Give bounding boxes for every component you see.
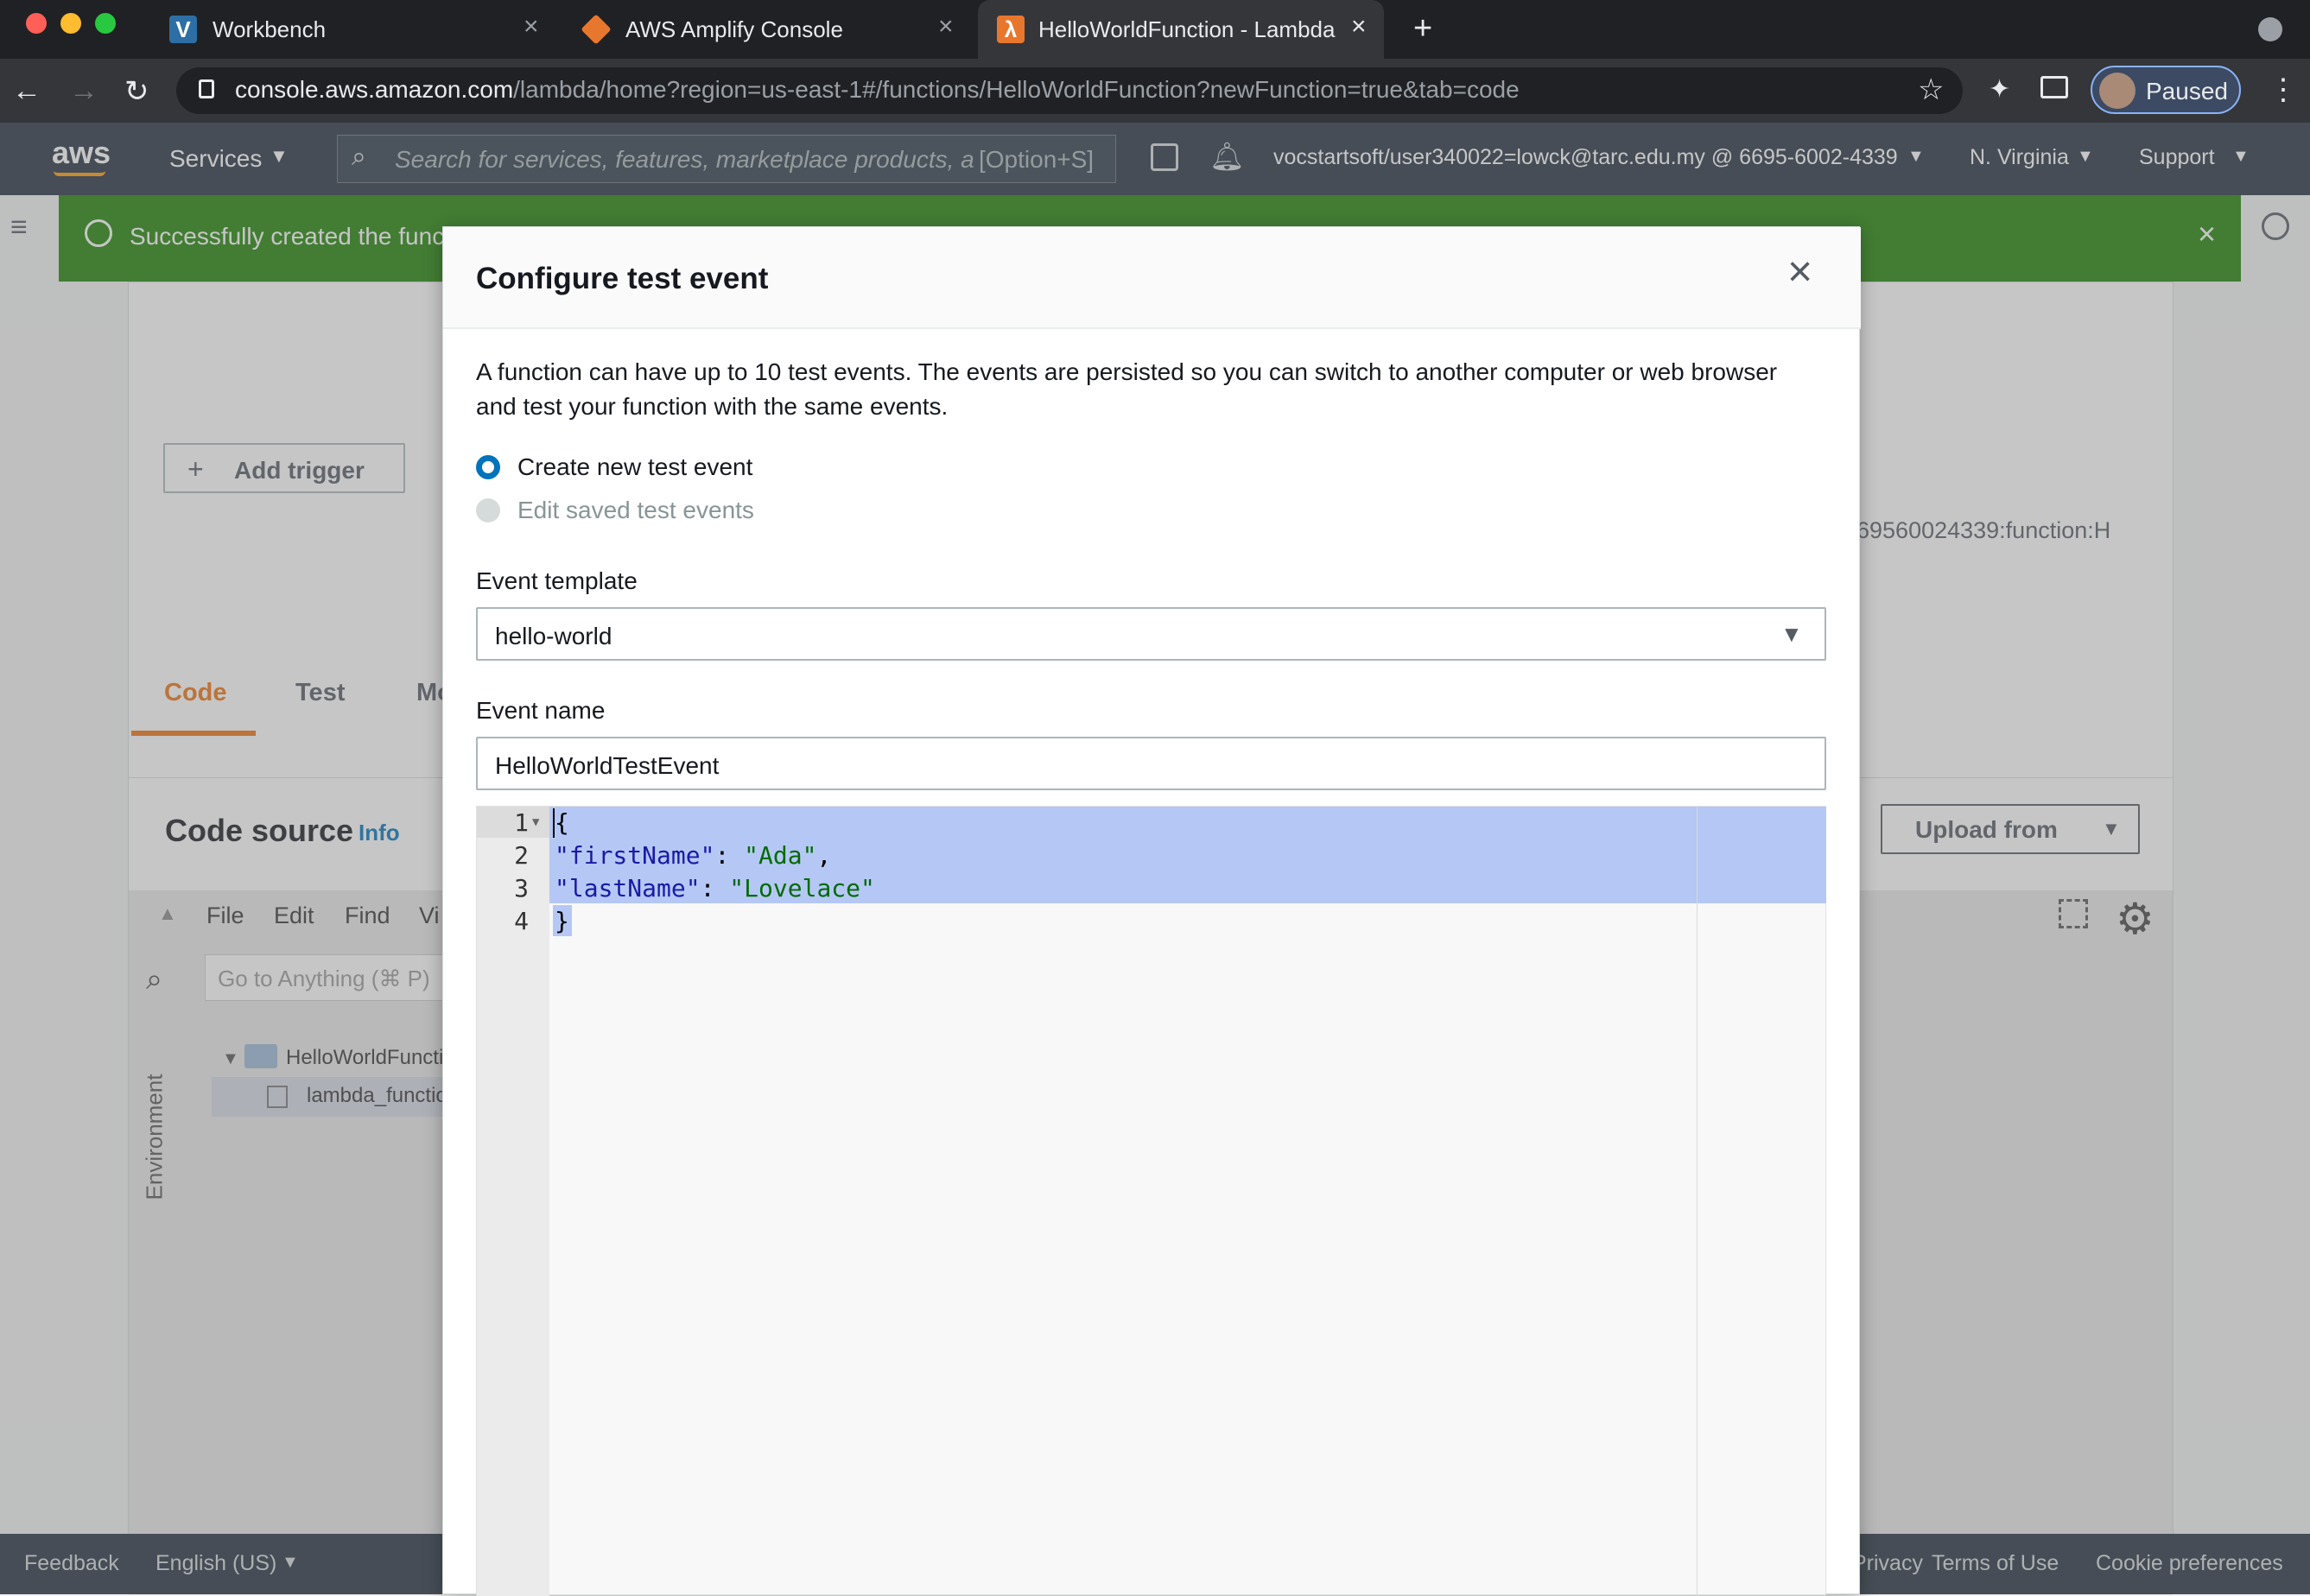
url-text[interactable]: console.aws.amazon.com/lambda/home?regio… bbox=[235, 76, 1520, 104]
lock-icon bbox=[199, 79, 214, 98]
browser-tab[interactable]: AWS Amplify Console × bbox=[581, 0, 962, 59]
close-tab-icon[interactable]: × bbox=[938, 12, 954, 41]
dialog-header: Configure test event × bbox=[443, 227, 1861, 329]
radio-disabled-icon[interactable] bbox=[476, 498, 500, 522]
reload-icon[interactable]: ↻ bbox=[124, 74, 149, 109]
forward-icon[interactable]: → bbox=[69, 74, 98, 108]
browser-menu-icon[interactable]: ⋮ bbox=[2269, 73, 2298, 107]
browser-tab[interactable]: V Workbench × bbox=[169, 0, 549, 59]
event-name-label: Event name bbox=[476, 697, 606, 724]
caret-down-icon: ▼ bbox=[1780, 621, 1803, 647]
tab-title: HelloWorldFunction - Lambda bbox=[1038, 16, 1336, 42]
text-cursor bbox=[553, 808, 555, 838]
fold-icon[interactable]: ▼ bbox=[532, 815, 539, 829]
browser-tab-bar: V Workbench × AWS Amplify Console × λ He… bbox=[0, 0, 2310, 59]
close-window-button[interactable] bbox=[26, 13, 47, 34]
radio-create-new[interactable]: Create new test event bbox=[476, 452, 994, 483]
close-tab-icon[interactable]: × bbox=[524, 12, 539, 41]
line-number: 1 bbox=[514, 808, 529, 837]
radio-edit-saved[interactable]: Edit saved test events bbox=[476, 495, 994, 526]
close-icon[interactable]: × bbox=[1787, 250, 1812, 293]
avatar bbox=[2099, 73, 2135, 109]
lambda-icon: λ bbox=[997, 16, 1025, 43]
event-name-value: HelloWorldTestEvent bbox=[495, 752, 720, 779]
browser-tab-active[interactable]: λ HelloWorldFunction - Lambda × bbox=[978, 0, 1384, 59]
aws-cube-icon bbox=[581, 14, 612, 45]
event-json-editor[interactable]: 1 ▼ 2 3 4 { "firstName": "Ada", "lastNam… bbox=[476, 806, 1826, 1596]
dialog-title: Configure test event bbox=[476, 262, 769, 295]
line-number: 4 bbox=[514, 907, 529, 935]
code-line: } bbox=[555, 907, 569, 935]
configure-test-event-dialog: Configure test event × A function can ha… bbox=[442, 226, 1861, 1596]
tab-title: Workbench bbox=[213, 16, 327, 42]
radio-edit-label: Edit saved test events bbox=[517, 497, 754, 523]
tab-title: AWS Amplify Console bbox=[625, 16, 843, 42]
code-line: "lastName": "Lovelace" bbox=[555, 874, 875, 902]
profile-label: Paused bbox=[2146, 78, 2228, 104]
dialog-description: and test your function with the same eve… bbox=[476, 393, 949, 420]
new-tab-icon[interactable]: + bbox=[1413, 10, 1432, 48]
code-line: { bbox=[555, 808, 569, 837]
close-tab-icon[interactable]: × bbox=[1351, 12, 1367, 41]
extensions-icon[interactable]: ✦ bbox=[1989, 74, 2010, 104]
minimize-window-button[interactable] bbox=[60, 13, 81, 34]
radio-create-label: Create new test event bbox=[517, 453, 753, 480]
back-icon[interactable]: ← bbox=[12, 74, 41, 108]
line-number: 3 bbox=[514, 874, 529, 902]
profile-button[interactable]: Paused bbox=[2091, 66, 2241, 114]
tab-search-icon[interactable] bbox=[2258, 17, 2282, 41]
maximize-window-button[interactable] bbox=[95, 13, 116, 34]
code-line: "firstName": "Ada", bbox=[555, 841, 832, 870]
event-template-select[interactable]: hello-world ▼ bbox=[476, 607, 1826, 661]
dialog-description: A function can have up to 10 test events… bbox=[476, 358, 1778, 385]
vocareum-icon: V bbox=[169, 16, 197, 43]
event-template-label: Event template bbox=[476, 567, 638, 594]
line-number: 2 bbox=[514, 841, 529, 870]
print-margin bbox=[1697, 807, 1698, 1596]
event-name-input[interactable]: HelloWorldTestEvent bbox=[476, 737, 1826, 790]
bookmark-star-icon[interactable]: ☆ bbox=[1918, 73, 1944, 107]
radio-selected-icon[interactable] bbox=[476, 455, 500, 479]
cast-icon[interactable] bbox=[2040, 76, 2068, 98]
event-template-value: hello-world bbox=[495, 623, 612, 649]
